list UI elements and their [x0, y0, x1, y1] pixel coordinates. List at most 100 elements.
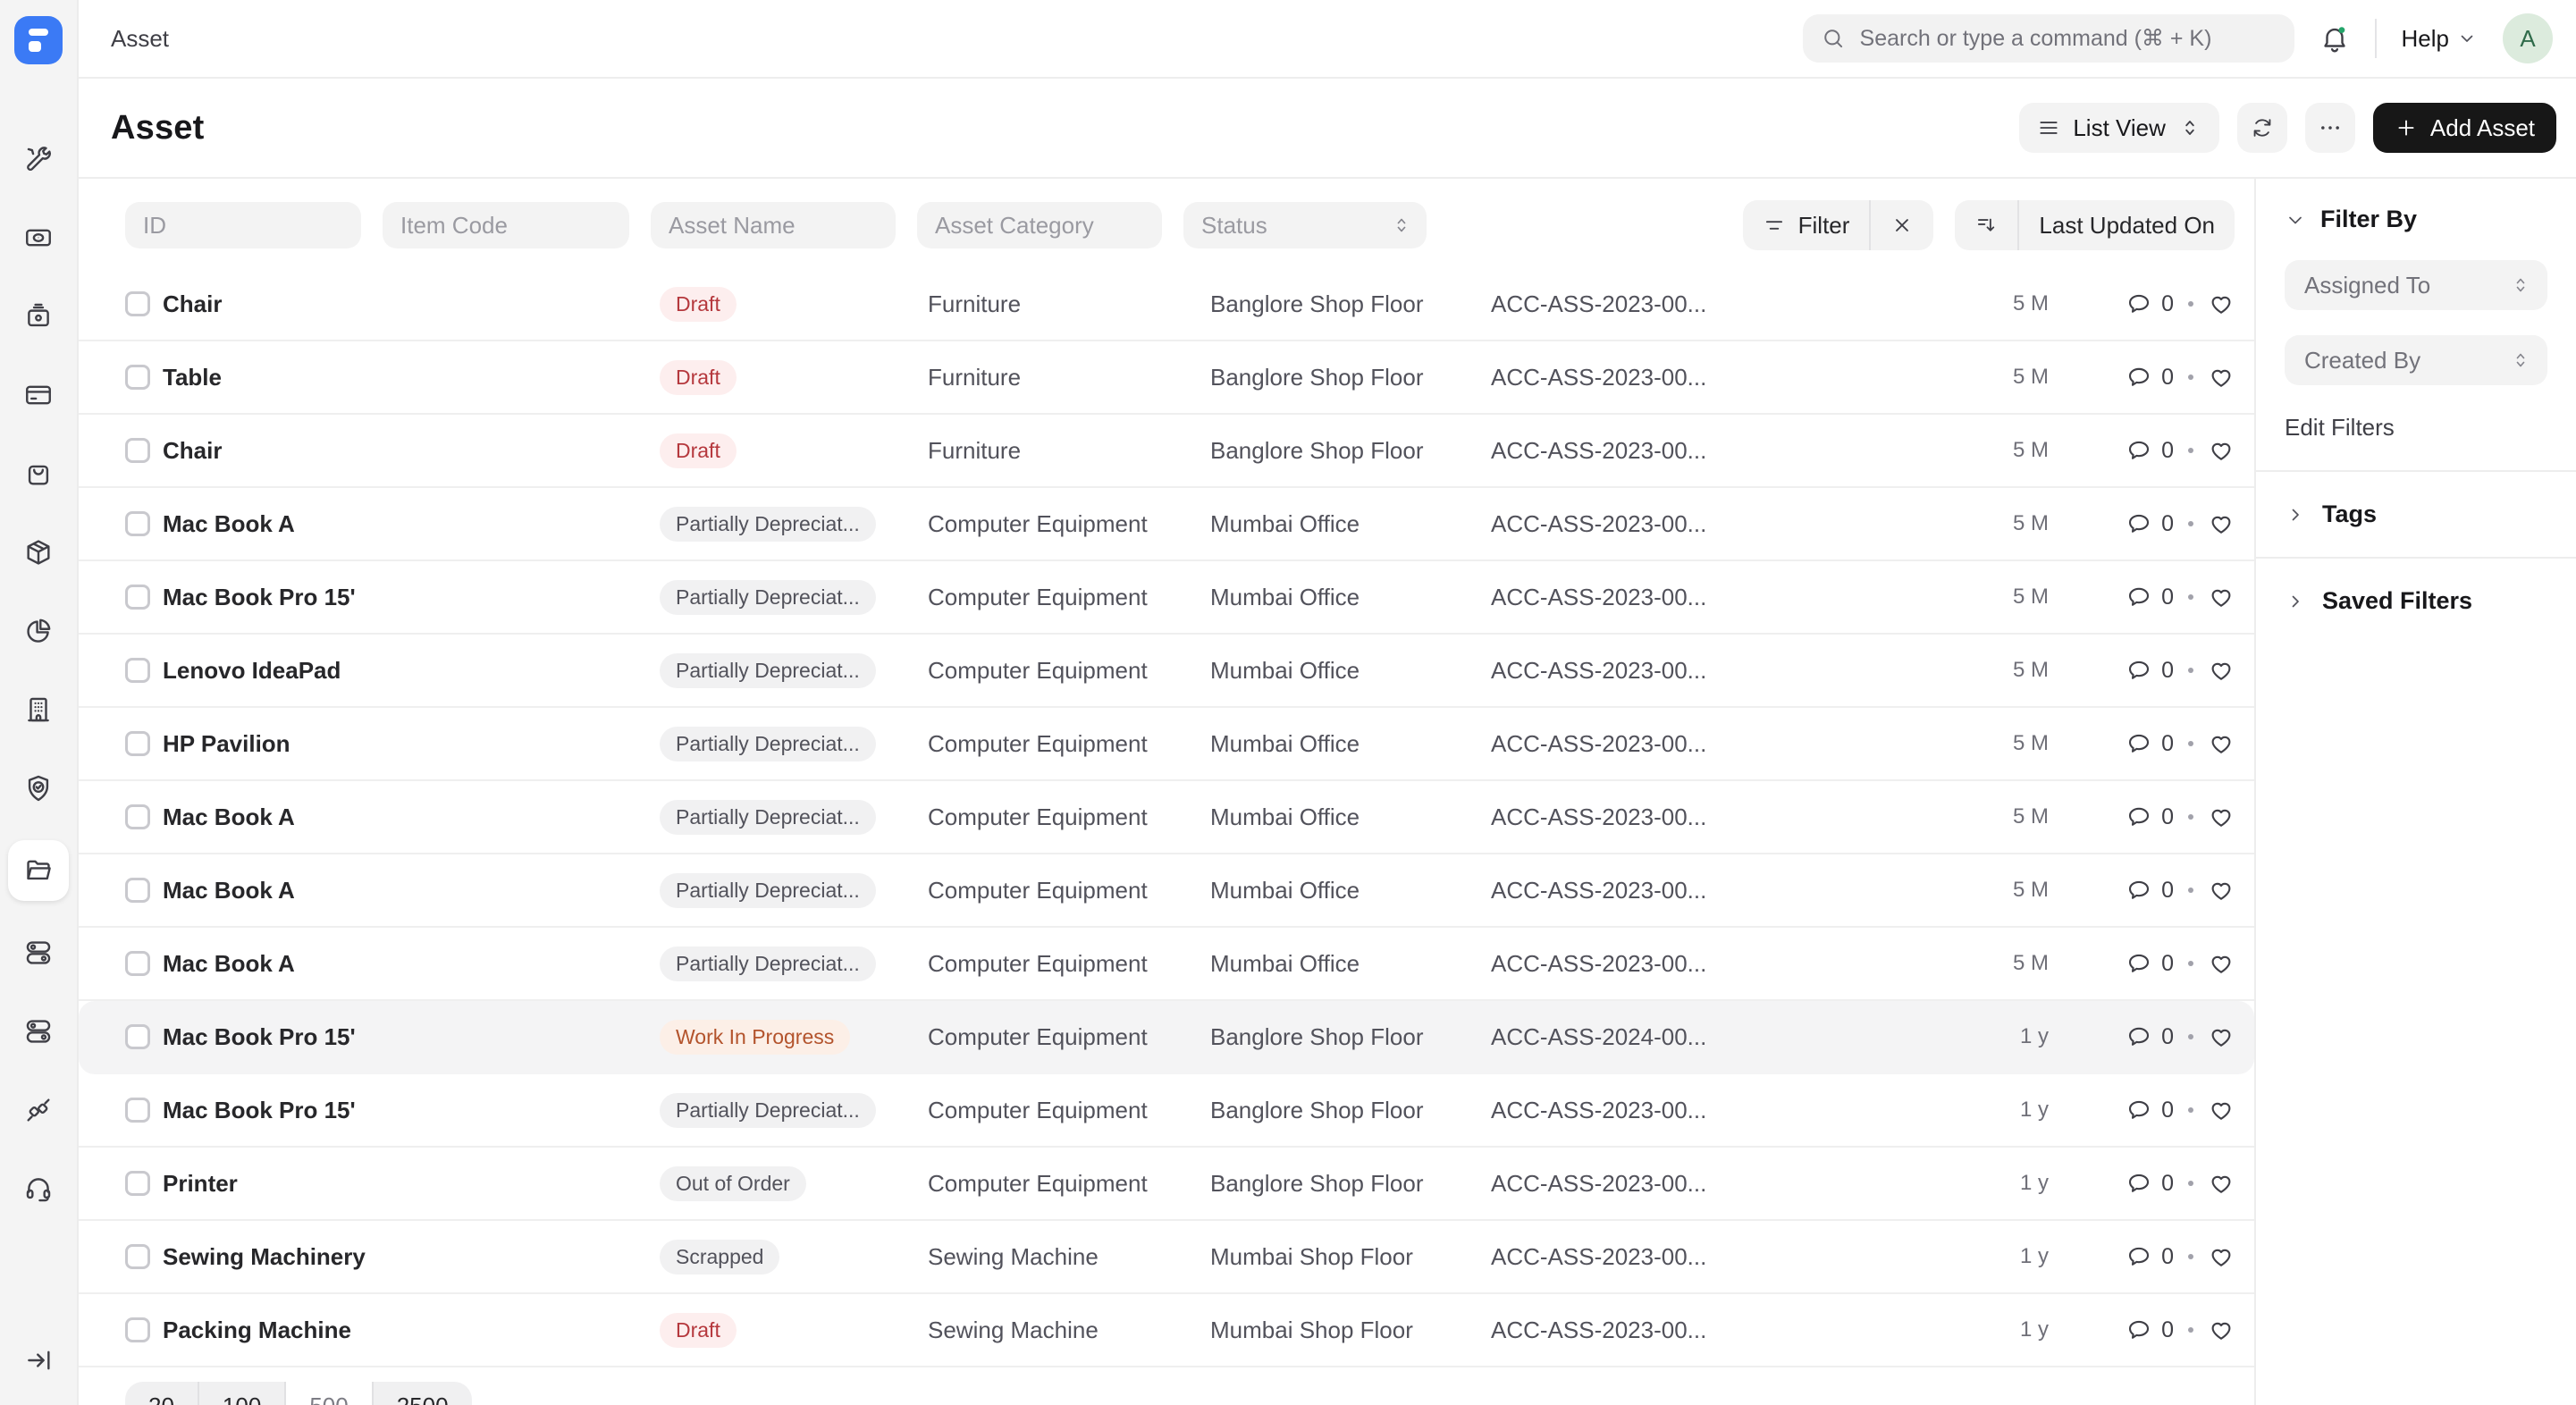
table-row[interactable]: Table Draft Furniture Banglore Shop Floo… — [79, 341, 2254, 415]
notification-bell-icon[interactable] — [2319, 23, 2350, 54]
row-checkbox[interactable] — [125, 1098, 150, 1123]
comment-button[interactable]: 0 — [2126, 584, 2174, 610]
asset-name[interactable]: Lenovo IdeaPad — [163, 657, 660, 685]
like-button[interactable] — [2208, 510, 2235, 537]
table-row[interactable]: Lenovo IdeaPad Partially Depreciat... Co… — [79, 635, 2254, 708]
created-by-select[interactable]: Created By — [2285, 335, 2547, 385]
row-checkbox[interactable] — [125, 1244, 150, 1269]
plug-icon[interactable] — [12, 1083, 65, 1137]
package-icon[interactable] — [12, 526, 65, 579]
table-row[interactable]: Mac Book Pro 15' Partially Depreciat... … — [79, 1074, 2254, 1148]
asset-name[interactable]: Packing Machine — [163, 1317, 660, 1344]
comment-button[interactable]: 0 — [2126, 437, 2174, 464]
comment-button[interactable]: 0 — [2126, 657, 2174, 684]
asset-name[interactable]: Mac Book Pro 15' — [163, 584, 660, 611]
comment-button[interactable]: 0 — [2126, 1097, 2174, 1123]
row-checkbox[interactable] — [125, 878, 150, 903]
clear-filter-button[interactable] — [1871, 200, 1933, 250]
like-button[interactable] — [2208, 950, 2235, 977]
asset-name[interactable]: Table — [163, 364, 660, 391]
card-icon[interactable] — [12, 368, 65, 422]
asset-name[interactable]: Mac Book Pro 15' — [163, 1023, 660, 1051]
id-filter-input[interactable] — [125, 202, 361, 248]
table-row[interactable]: Sewing Machinery Scrapped Sewing Machine… — [79, 1221, 2254, 1294]
toggle-switches-icon-2[interactable] — [12, 1005, 65, 1058]
row-checkbox[interactable] — [125, 804, 150, 829]
table-row[interactable]: Chair Draft Furniture Banglore Shop Floo… — [79, 268, 2254, 341]
row-checkbox[interactable] — [125, 585, 150, 610]
asset-category-filter-input[interactable] — [917, 202, 1162, 248]
table-row[interactable]: Chair Draft Furniture Banglore Shop Floo… — [79, 415, 2254, 488]
like-button[interactable] — [2208, 1317, 2235, 1343]
shopping-bag-icon[interactable] — [12, 447, 65, 501]
sort-direction-button[interactable] — [1955, 200, 2017, 250]
row-checkbox[interactable] — [125, 511, 150, 536]
filter-by-section-toggle[interactable]: Filter By — [2285, 206, 2547, 233]
tools-icon[interactable] — [12, 132, 65, 186]
page-length-20[interactable]: 20 — [125, 1382, 199, 1405]
row-checkbox[interactable] — [125, 1024, 150, 1049]
table-row[interactable]: Mac Book Pro 15' Work In Progress Comput… — [79, 1001, 2254, 1074]
comment-button[interactable]: 0 — [2126, 364, 2174, 391]
table-row[interactable]: Mac Book A Partially Depreciat... Comput… — [79, 488, 2254, 561]
asset-name-filter-input[interactable] — [651, 202, 896, 248]
saved-filters-section-toggle[interactable]: Saved Filters — [2285, 559, 2547, 644]
like-button[interactable] — [2208, 1097, 2235, 1123]
comment-button[interactable]: 0 — [2126, 1170, 2174, 1197]
like-button[interactable] — [2208, 1170, 2235, 1197]
comment-button[interactable]: 0 — [2126, 1023, 2174, 1050]
assigned-to-select[interactable]: Assigned To — [2285, 260, 2547, 310]
search-input[interactable]: Search or type a command (⌘ + K) — [1803, 14, 2294, 63]
money-icon[interactable] — [12, 211, 65, 265]
sort-field-button[interactable]: Last Updated On — [2019, 200, 2235, 250]
row-checkbox[interactable] — [125, 438, 150, 463]
refresh-button[interactable] — [2237, 103, 2287, 153]
avatar[interactable]: A — [2503, 13, 2553, 63]
folder-icon[interactable] — [8, 840, 69, 901]
comment-button[interactable]: 0 — [2126, 730, 2174, 757]
row-checkbox[interactable] — [125, 1171, 150, 1196]
comment-button[interactable]: 0 — [2126, 803, 2174, 830]
status-filter-select[interactable]: Status — [1183, 202, 1427, 248]
table-row[interactable]: Printer Out of Order Computer Equipment … — [79, 1148, 2254, 1221]
pie-chart-icon[interactable] — [12, 604, 65, 658]
help-menu[interactable]: Help — [2402, 25, 2478, 53]
asset-name[interactable]: Mac Book A — [163, 510, 660, 538]
comment-button[interactable]: 0 — [2126, 877, 2174, 904]
page-length-2500[interactable]: 2500 — [374, 1382, 472, 1405]
table-row[interactable]: Mac Book A Partially Depreciat... Comput… — [79, 928, 2254, 1001]
asset-name[interactable]: Mac Book A — [163, 803, 660, 831]
row-checkbox[interactable] — [125, 658, 150, 683]
filter-button[interactable]: Filter — [1743, 200, 1870, 250]
asset-name[interactable]: HP Pavilion — [163, 730, 660, 758]
like-button[interactable] — [2208, 803, 2235, 830]
edit-filters-link[interactable]: Edit Filters — [2285, 414, 2395, 442]
comment-button[interactable]: 0 — [2126, 290, 2174, 317]
comment-button[interactable]: 0 — [2126, 1317, 2174, 1343]
add-asset-button[interactable]: Add Asset — [2373, 103, 2556, 153]
table-row[interactable]: Mac Book Pro 15' Partially Depreciat... … — [79, 561, 2254, 635]
app-logo-icon[interactable] — [14, 16, 63, 64]
table-row[interactable]: Packing Machine Draft Sewing Machine Mum… — [79, 1294, 2254, 1367]
table-row[interactable]: Mac Book A Partially Depreciat... Comput… — [79, 854, 2254, 928]
row-checkbox[interactable] — [125, 731, 150, 756]
item-code-filter-input[interactable] — [383, 202, 629, 248]
like-button[interactable] — [2208, 1023, 2235, 1050]
asset-name[interactable]: Sewing Machinery — [163, 1243, 660, 1271]
like-button[interactable] — [2208, 290, 2235, 317]
asset-name[interactable]: Chair — [163, 290, 660, 318]
breadcrumb[interactable]: Asset — [111, 25, 169, 53]
asset-name[interactable]: Chair — [163, 437, 660, 465]
toggle-switches-icon[interactable] — [12, 926, 65, 980]
comment-button[interactable]: 0 — [2126, 1243, 2174, 1270]
like-button[interactable] — [2208, 657, 2235, 684]
pos-icon[interactable] — [12, 290, 65, 343]
like-button[interactable] — [2208, 1243, 2235, 1270]
page-length-100[interactable]: 100 — [199, 1382, 286, 1405]
collapse-panel-icon[interactable] — [12, 1333, 65, 1387]
table-row[interactable]: Mac Book A Partially Depreciat... Comput… — [79, 781, 2254, 854]
like-button[interactable] — [2208, 730, 2235, 757]
like-button[interactable] — [2208, 437, 2235, 464]
row-checkbox[interactable] — [125, 1317, 150, 1342]
asset-name[interactable]: Mac Book A — [163, 877, 660, 904]
